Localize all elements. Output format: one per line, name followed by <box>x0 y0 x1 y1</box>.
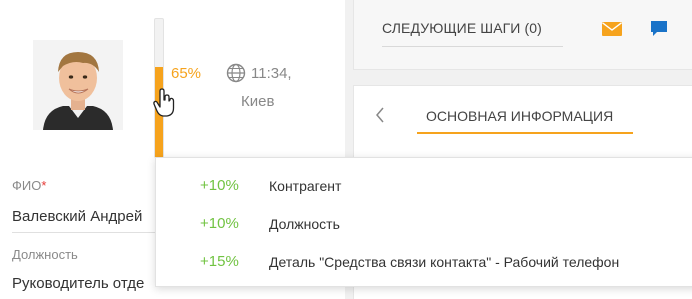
tooltip-item-percent: +10% <box>200 215 239 232</box>
avatar <box>33 40 123 130</box>
globe-clock-icon <box>226 63 246 83</box>
position-field[interactable]: Руководитель отде <box>12 275 144 292</box>
next-steps-tab[interactable]: СЛЕДУЮЩИЕ ШАГИ (0) <box>382 20 542 36</box>
mail-icon[interactable] <box>602 22 622 36</box>
local-time: 11:34, <box>251 65 292 82</box>
fio-label: ФИО* <box>12 178 46 193</box>
hand-cursor-icon <box>153 88 175 117</box>
active-tab-underline <box>417 132 633 134</box>
contact-photo[interactable] <box>33 40 123 130</box>
tooltip-item: +15% Деталь "Средства связи контакта" - … <box>156 253 692 273</box>
tooltip-item: +10% Должность <box>156 215 692 235</box>
completeness-tooltip: +10% Контрагент +10% Должность +15% Дета… <box>155 157 692 287</box>
tooltip-item-text: Деталь "Средства связи контакта" - Рабоч… <box>269 254 620 270</box>
tooltip-item-text: Должность <box>269 216 340 232</box>
tooltip-item-percent: +15% <box>200 253 239 270</box>
fio-field[interactable]: Валевский Андрей <box>12 208 142 225</box>
field-divider <box>12 232 162 233</box>
chat-icon[interactable] <box>650 20 668 38</box>
local-city: Киев <box>241 93 275 110</box>
tooltip-item-percent: +10% <box>200 177 239 194</box>
next-steps-underline <box>382 46 563 47</box>
profile-completeness-value: 65% <box>171 65 202 82</box>
tooltip-item: +10% Контрагент <box>156 177 692 197</box>
tab-main-info[interactable]: ОСНОВНАЯ ИНФОРМАЦИЯ <box>426 108 613 124</box>
position-label: Должность <box>12 247 78 262</box>
next-steps-panel: СЛЕДУЮЩИЕ ШАГИ (0) <box>353 0 692 70</box>
fio-label-text: ФИО <box>12 178 42 193</box>
required-mark: * <box>41 178 47 193</box>
chevron-left-icon[interactable] <box>374 106 386 124</box>
tooltip-item-text: Контрагент <box>269 178 342 194</box>
